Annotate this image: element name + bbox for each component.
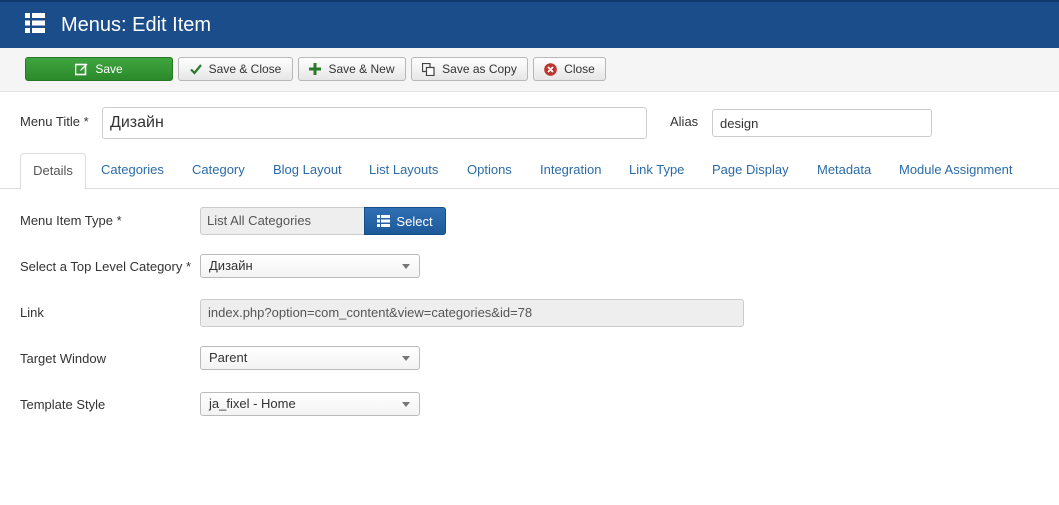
menu-item-type-label: Menu Item Type * bbox=[20, 213, 122, 228]
tab-options[interactable]: Options bbox=[467, 153, 512, 189]
close-button[interactable]: Close bbox=[533, 57, 606, 81]
list-menu-icon bbox=[25, 13, 45, 33]
alias-value: design bbox=[720, 115, 759, 131]
list-icon bbox=[377, 215, 391, 227]
tab-metadata[interactable]: Metadata bbox=[817, 153, 871, 189]
menu-title-label: Menu Title * bbox=[20, 114, 89, 129]
tab-link-type[interactable]: Link Type bbox=[629, 153, 684, 189]
copy-icon bbox=[422, 62, 435, 76]
tab-page-display[interactable]: Page Display bbox=[712, 153, 789, 189]
caret-down-icon bbox=[402, 402, 410, 407]
plus-icon bbox=[309, 63, 322, 75]
top-category-label: Select a Top Level Category * bbox=[20, 259, 192, 274]
close-circle-icon bbox=[544, 62, 557, 76]
close-label: Close bbox=[564, 62, 595, 76]
menu-item-type-field: List All Categories bbox=[200, 207, 366, 235]
top-category-value: Дизайн bbox=[209, 258, 253, 273]
alias-label: Alias bbox=[670, 114, 699, 129]
menu-title-value: Дизайн bbox=[110, 114, 164, 131]
target-window-label: Target Window bbox=[20, 351, 106, 366]
tab-details[interactable]: Details bbox=[20, 153, 86, 190]
save-label: Save bbox=[95, 62, 123, 76]
menu-title-input[interactable]: Дизайн bbox=[102, 107, 647, 139]
tab-blog-layout[interactable]: Blog Layout bbox=[273, 153, 342, 189]
template-style-select[interactable]: ja_fixel - Home bbox=[200, 392, 420, 416]
edit-icon bbox=[75, 63, 88, 75]
save-close-label: Save & Close bbox=[208, 62, 282, 76]
save-copy-label: Save as Copy bbox=[442, 62, 517, 76]
alias-input[interactable]: design bbox=[712, 109, 932, 137]
tab-categories[interactable]: Categories bbox=[101, 153, 164, 189]
tab-category[interactable]: Category bbox=[192, 153, 245, 189]
page-header: Menus: Edit Item bbox=[0, 0, 1059, 48]
tab-module-assignment[interactable]: Module Assignment bbox=[899, 153, 1012, 189]
save-new-label: Save & New bbox=[328, 62, 395, 76]
save-copy-button[interactable]: Save as Copy bbox=[411, 57, 528, 81]
tab-bar: Details Categories Category Blog Layout … bbox=[0, 153, 1059, 190]
caret-down-icon bbox=[402, 356, 410, 361]
caret-down-icon bbox=[402, 264, 410, 269]
select-button-label: Select bbox=[396, 213, 433, 229]
select-type-button[interactable]: Select bbox=[364, 207, 446, 235]
tab-integration[interactable]: Integration bbox=[540, 153, 601, 189]
link-label: Link bbox=[20, 305, 44, 320]
save-new-button[interactable]: Save & New bbox=[298, 57, 406, 81]
save-button[interactable]: Save bbox=[25, 57, 173, 81]
tab-list-layouts[interactable]: List Layouts bbox=[369, 153, 438, 189]
target-window-value: Parent bbox=[209, 350, 248, 365]
top-category-select[interactable]: Дизайн bbox=[200, 254, 420, 278]
template-style-label: Template Style bbox=[20, 397, 106, 412]
save-close-button[interactable]: Save & Close bbox=[178, 57, 293, 81]
page-title: Menus: Edit Item bbox=[61, 14, 212, 36]
toolbar: Save Save & Close Save & New Save as Cop… bbox=[0, 48, 1059, 92]
link-field: index.php?option=com_content&view=catego… bbox=[200, 299, 744, 327]
checkmark-icon bbox=[189, 64, 202, 75]
template-style-value: ja_fixel - Home bbox=[209, 396, 296, 411]
target-window-select[interactable]: Parent bbox=[200, 346, 420, 370]
